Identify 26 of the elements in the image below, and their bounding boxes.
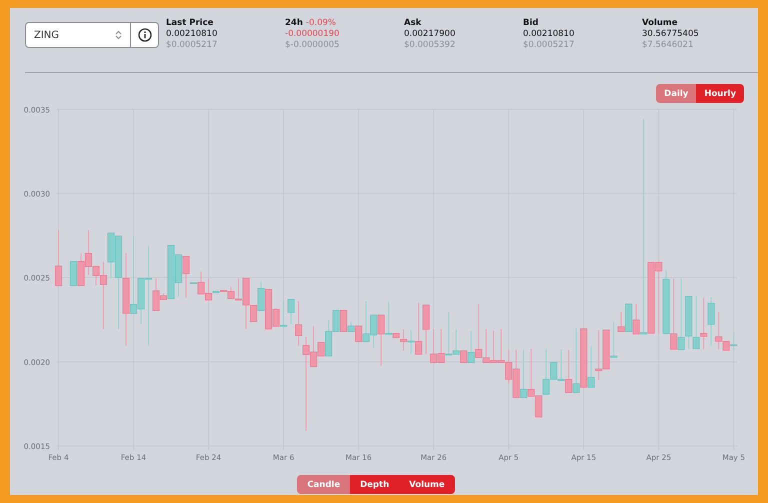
chart-view-tab[interactable]: Volume [399, 475, 455, 494]
change-percent: -0.09% [306, 18, 336, 29]
stat-label: Last Price [166, 18, 214, 29]
stat-value: -0.00000190 [285, 29, 340, 40]
stat-value: 0.00210810 [523, 29, 576, 40]
stat-label: 24h [285, 18, 303, 29]
sort-arrows-icon [115, 30, 122, 40]
stat-label: Ask [404, 18, 422, 29]
stat-label: Bid [523, 18, 538, 29]
info-icon [138, 28, 152, 42]
symbol-select[interactable]: ZING [25, 22, 131, 48]
usd-value: $7.5646021 [642, 40, 694, 51]
stat-value: 30.56775405 [642, 29, 700, 40]
usd-value: $0.0005217 [166, 40, 218, 51]
info-button[interactable] [131, 22, 159, 48]
chart-view-tab[interactable]: Candle [297, 475, 350, 494]
interval-tab[interactable]: Hourly [696, 84, 744, 103]
usd-value: $0.0005392 [404, 40, 456, 51]
interval-tab[interactable]: Daily [656, 84, 696, 103]
candle [54, 230, 62, 286]
chart-view-tab[interactable]: Depth [350, 475, 400, 494]
stat-value: 0.00217900 [404, 29, 456, 40]
stat-label: Volume [642, 18, 678, 29]
usd-value: $0.0005217 [523, 40, 576, 51]
usd-value: $-0.0000005 [285, 40, 340, 51]
stat-value: 0.00210810 [166, 29, 218, 40]
